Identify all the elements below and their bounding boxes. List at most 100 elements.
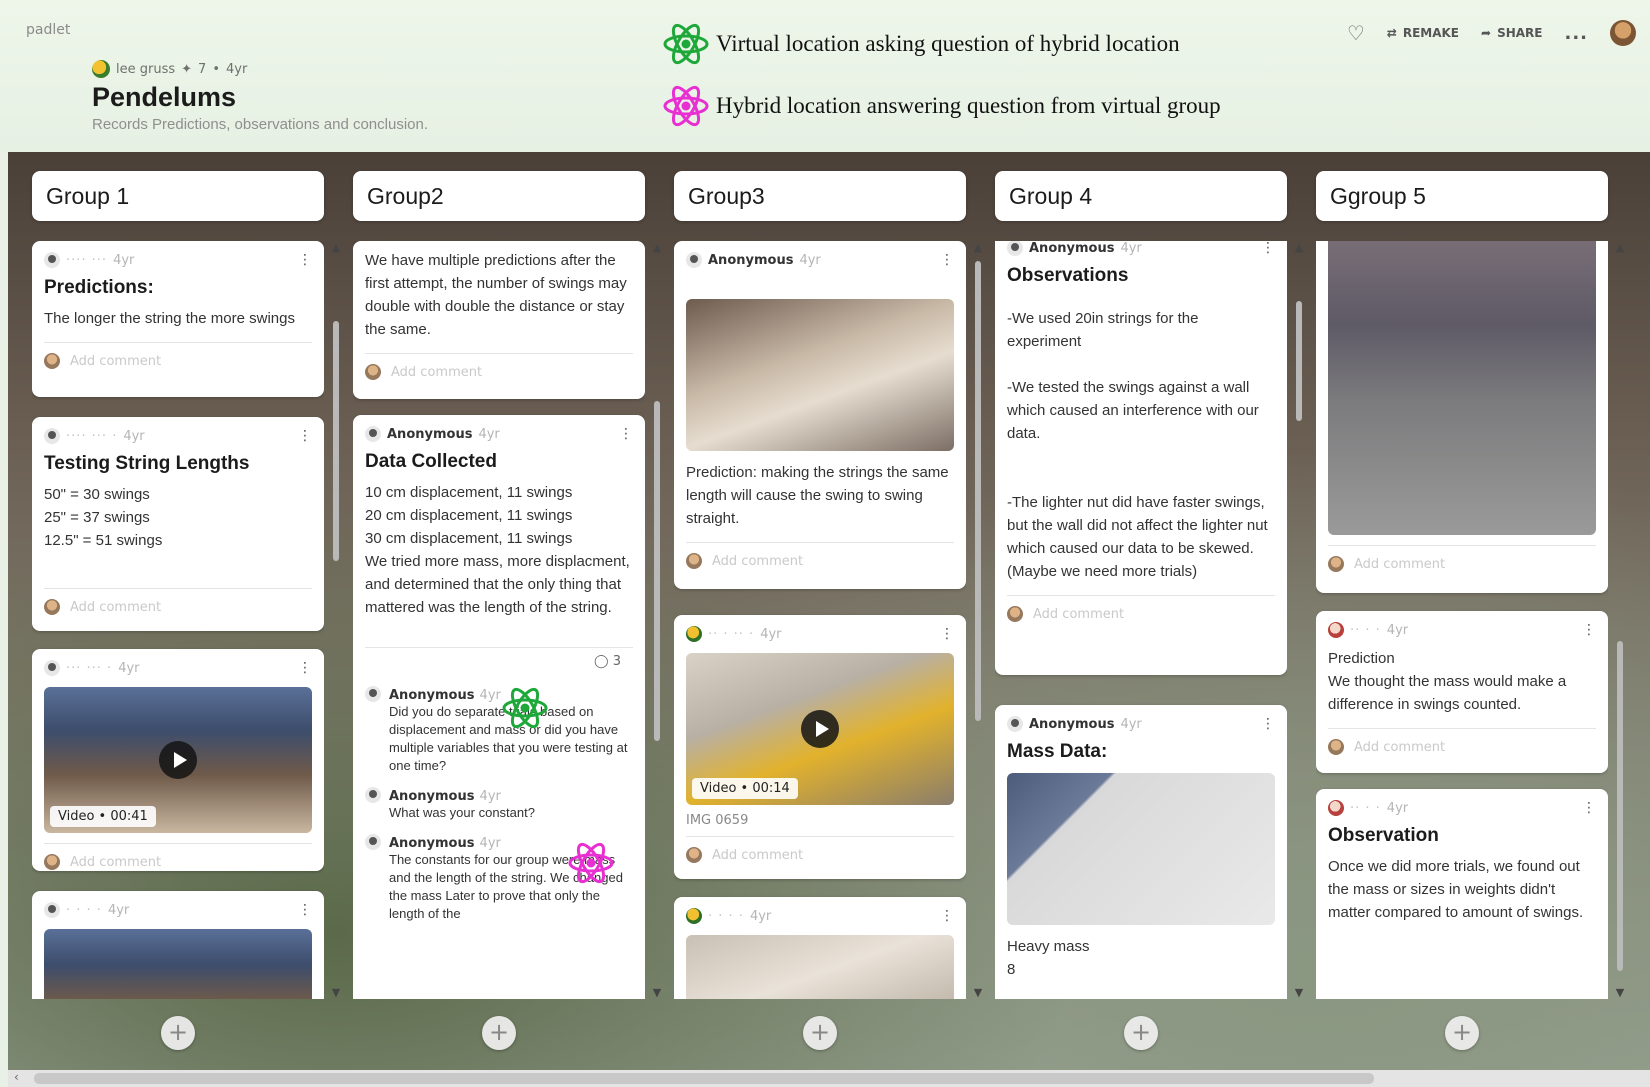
post-card[interactable]: ···· ··· 4yr ⋮ Predictions: The longer the… bbox=[32, 241, 324, 397]
post-card[interactable]: Anonymous 4yr ⋮ Observations -We used 20in… bbox=[995, 241, 1287, 675]
add-comment-field[interactable]: Add comment bbox=[1328, 729, 1596, 765]
scroll-down-icon[interactable]: ▼ bbox=[1293, 986, 1305, 999]
post-menu-icon[interactable]: ⋮ bbox=[1261, 241, 1275, 256]
post-card[interactable]: Anonymous 4yr ⋮ Mass Data: Heavy mass 8 bbox=[995, 705, 1287, 999]
post-menu-icon[interactable]: ⋮ bbox=[619, 426, 633, 442]
scroll-up-icon[interactable]: ▲ bbox=[651, 241, 663, 254]
scroll-down-icon[interactable]: ▼ bbox=[972, 986, 984, 999]
post-menu-icon[interactable]: ⋮ bbox=[298, 660, 312, 676]
video-thumbnail[interactable]: Video • 00:41 bbox=[44, 687, 312, 833]
add-post-button[interactable]: + bbox=[1124, 1016, 1158, 1050]
like-star-icon: ✦ bbox=[181, 61, 193, 77]
post-menu-icon[interactable]: ⋮ bbox=[940, 626, 954, 642]
post-image[interactable] bbox=[44, 929, 312, 999]
play-icon[interactable] bbox=[159, 741, 197, 779]
legend-hybrid-text: Hybrid location answering question from … bbox=[716, 93, 1221, 118]
post-image[interactable] bbox=[1328, 241, 1596, 535]
add-comment-field[interactable]: Add comment bbox=[686, 837, 954, 873]
post-body: -We used 20in strings for the experiment… bbox=[1007, 310, 1268, 580]
legend-virtual-text: Virtual location asking question of hybr… bbox=[716, 31, 1180, 56]
post-card[interactable]: · · · · 4yr ⋮ bbox=[674, 897, 966, 999]
add-comment-field[interactable]: Add comment bbox=[44, 343, 312, 379]
column-posts[interactable]: Anonymous 4yr ⋮ Prediction: making the str… bbox=[674, 241, 966, 999]
add-comment-field[interactable]: Add comment bbox=[686, 543, 954, 579]
column-scrollbar[interactable]: ▲ ▼ bbox=[1293, 241, 1305, 999]
column-title[interactable]: Ggroup 5 bbox=[1316, 171, 1608, 221]
column-scrollbar[interactable]: ▲ ▼ bbox=[1614, 241, 1626, 999]
play-icon[interactable] bbox=[801, 710, 839, 748]
video-thumbnail[interactable]: Video • 00:14 bbox=[686, 653, 954, 805]
column-title[interactable]: Group 1 bbox=[32, 171, 324, 221]
post-card[interactable]: Anonymous 4yr ⋮ Data Collected 10 cm displ… bbox=[353, 415, 645, 999]
post-body: 50" = 30 swings 25" = 37 swings 12.5" = … bbox=[44, 486, 163, 549]
scroll-left-icon[interactable]: ‹ bbox=[14, 1070, 19, 1084]
comment-count[interactable]: ◯ 3 bbox=[594, 654, 621, 669]
remake-button[interactable]: ⇄ REMAKE bbox=[1387, 26, 1459, 40]
scroll-up-icon[interactable]: ▲ bbox=[972, 241, 984, 254]
anonymous-icon bbox=[44, 252, 60, 268]
scroll-up-icon[interactable]: ▲ bbox=[1293, 241, 1305, 254]
post-image[interactable] bbox=[1007, 773, 1275, 925]
add-post-button[interactable]: + bbox=[482, 1016, 516, 1050]
column-scrollbar[interactable]: ▲ ▼ bbox=[330, 241, 342, 999]
post-image[interactable] bbox=[686, 299, 954, 451]
column-title[interactable]: Group2 bbox=[353, 171, 645, 221]
user-avatar[interactable] bbox=[1610, 20, 1636, 46]
post-card[interactable]: Anonymous 4yr ⋮ Prediction: making the str… bbox=[674, 241, 966, 589]
author-avatar[interactable] bbox=[92, 60, 110, 78]
anonymous-icon bbox=[44, 428, 60, 444]
add-post-button[interactable]: + bbox=[803, 1016, 837, 1050]
scroll-down-icon[interactable]: ▼ bbox=[1614, 986, 1626, 999]
horizontal-scrollbar[interactable]: ‹ bbox=[8, 1070, 1650, 1087]
post-card[interactable]: Add comment bbox=[1316, 241, 1608, 593]
scroll-down-icon[interactable]: ▼ bbox=[651, 986, 663, 999]
post-title: Predictions: bbox=[44, 277, 154, 298]
board-author: lee gruss ✦ 7 • 4yr bbox=[92, 60, 247, 78]
post-menu-icon[interactable]: ⋮ bbox=[298, 252, 312, 268]
post-menu-icon[interactable]: ⋮ bbox=[1582, 622, 1596, 638]
column-posts[interactable]: ···· ··· 4yr ⋮ Predictions: The longer the… bbox=[32, 241, 324, 999]
add-post-button[interactable]: + bbox=[1445, 1016, 1479, 1050]
post-card[interactable]: We have multiple predictions after the f… bbox=[353, 241, 645, 399]
share-button[interactable]: ➦ SHARE bbox=[1481, 26, 1542, 40]
column-scrollbar[interactable]: ▲ ▼ bbox=[651, 241, 663, 999]
add-comment-field[interactable]: Add comment bbox=[44, 844, 312, 871]
post-menu-icon[interactable]: ⋮ bbox=[940, 252, 954, 268]
post-card[interactable]: ·· · · 4yr ⋮ Observation Once we did more … bbox=[1316, 789, 1608, 999]
padlet-logo[interactable]: padlet bbox=[26, 22, 70, 38]
post-card[interactable]: ·· · · 4yr ⋮ Prediction We thought the mas… bbox=[1316, 611, 1608, 773]
column-posts[interactable]: Add comment ·· · · 4yr ⋮ Prediction We tho… bbox=[1316, 241, 1608, 999]
heart-icon[interactable]: ♡ bbox=[1347, 21, 1365, 45]
post-title: Observations bbox=[1007, 265, 1129, 286]
column-title[interactable]: Group3 bbox=[674, 171, 966, 221]
add-comment-field[interactable]: Add comment bbox=[365, 354, 633, 390]
add-post-button[interactable]: + bbox=[161, 1016, 195, 1050]
user-avatar-icon bbox=[686, 908, 702, 924]
post-menu-icon[interactable]: ⋮ bbox=[1582, 800, 1596, 816]
scroll-down-icon[interactable]: ▼ bbox=[330, 986, 342, 999]
post-menu-icon[interactable]: ⋮ bbox=[940, 908, 954, 924]
post-image[interactable] bbox=[686, 935, 954, 999]
scroll-up-icon[interactable]: ▲ bbox=[330, 241, 342, 254]
column-posts[interactable]: Anonymous 4yr ⋮ Observations -We used 20in… bbox=[995, 241, 1287, 999]
commenter-avatar bbox=[44, 599, 60, 615]
author-name[interactable]: lee gruss bbox=[116, 62, 175, 77]
anonymous-icon bbox=[1007, 241, 1023, 256]
column-title[interactable]: Group 4 bbox=[995, 171, 1287, 221]
add-comment-field[interactable]: Add comment bbox=[1007, 596, 1275, 632]
post-card[interactable]: ··· ··· · 4yr ⋮ Video • 00:41 Add comment bbox=[32, 649, 324, 871]
post-card[interactable]: ·· · ·· · 4yr ⋮ Video • 00:14 IMG 0659 Add… bbox=[674, 615, 966, 879]
scroll-up-icon[interactable]: ▲ bbox=[1614, 241, 1626, 254]
post-menu-icon[interactable]: ⋮ bbox=[298, 428, 312, 444]
add-comment-field[interactable]: Add comment bbox=[44, 589, 312, 625]
add-comment-field[interactable]: Add comment bbox=[1328, 546, 1596, 582]
post-title: Testing String Lengths bbox=[44, 453, 250, 474]
post-menu-icon[interactable]: ⋮ bbox=[298, 902, 312, 918]
post-card[interactable]: ···· ··· · 4yr ⋮ Testing String Lengths 50… bbox=[32, 417, 324, 631]
more-options-button[interactable]: ... bbox=[1564, 23, 1588, 44]
anonymous-icon bbox=[686, 252, 702, 268]
top-actions: ♡ ⇄ REMAKE ➦ SHARE ... bbox=[1347, 20, 1636, 46]
post-card[interactable]: · · · · 4yr ⋮ bbox=[32, 891, 324, 999]
column-scrollbar[interactable]: ▲ ▼ bbox=[972, 241, 984, 999]
post-menu-icon[interactable]: ⋮ bbox=[1261, 716, 1275, 732]
